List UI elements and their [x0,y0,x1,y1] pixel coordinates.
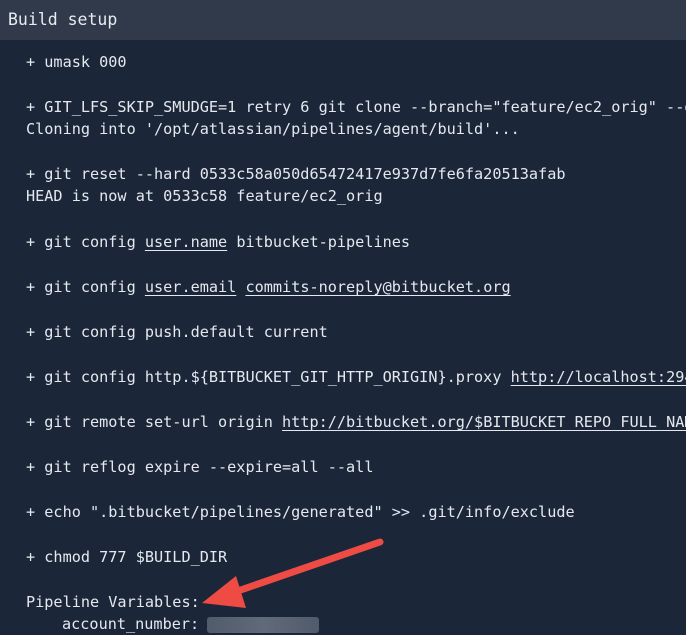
account-number-row: account_number: [62,613,320,635]
log-line-echo: + echo ".bitbucket/pipelines/generated" … [26,503,575,521]
redacted-value [207,616,320,633]
log-text: + git remote set-url origin [26,413,283,431]
user-email-link[interactable]: user.email [145,278,236,296]
log-line-config-push: + git config push.default current [26,323,328,341]
build-setup-title: Build setup [8,10,118,29]
log-line-chmod: + chmod 777 $BUILD_DIR [26,548,228,566]
log-line-reflog: + git reflog expire --expire=all --all [26,458,374,476]
log-text: + git config [26,233,145,251]
log-line-cloning: Cloning into '/opt/atlassian/pipelines/a… [26,120,520,138]
account-number-label: account_number: [62,615,200,633]
log-text: + git config [26,278,145,296]
build-setup-header[interactable]: Build setup [0,0,686,40]
log-line-umask: + umask 000 [26,53,127,71]
log-line-git-reset: + git reset --hard 0533c58a050d65472417e… [26,165,566,183]
pipeline-variables-label: Pipeline Variables: [26,593,200,611]
log-text: bitbucket-pipelines [227,233,411,251]
log-line-head: HEAD is now at 0533c58 feature/ec2_orig [26,187,383,205]
log-line-remote-url: + git remote set-url origin http://bitbu… [26,411,686,433]
log-line-git-clone: + GIT_LFS_SKIP_SMUDGE=1 retry 6 git clon… [26,98,686,116]
proxy-link[interactable]: http://localhost:2941 [511,368,686,386]
log-line-config-email: + git config user.email commits-noreply@… [26,276,511,298]
log-output: + umask 000 + GIT_LFS_SKIP_SMUDGE=1 retr… [0,40,686,635]
repo-url-link[interactable]: http://bitbucket.org/$BITBUCKET_REPO_FUL… [282,413,686,431]
user-name-link[interactable]: user.name [145,233,227,251]
log-line-config-name: + git config user.name bitbucket-pipelin… [26,231,410,253]
build-log-panel: Build setup + umask 000 + GIT_LFS_SKIP_S… [0,0,686,635]
log-line-config-proxy: + git config http.${BITBUCKET_GIT_HTTP_O… [26,366,686,388]
noreply-email-link[interactable]: commits-noreply@bitbucket.org [245,278,510,296]
log-text: + git config http.${BITBUCKET_GIT_HTTP_O… [26,368,511,386]
